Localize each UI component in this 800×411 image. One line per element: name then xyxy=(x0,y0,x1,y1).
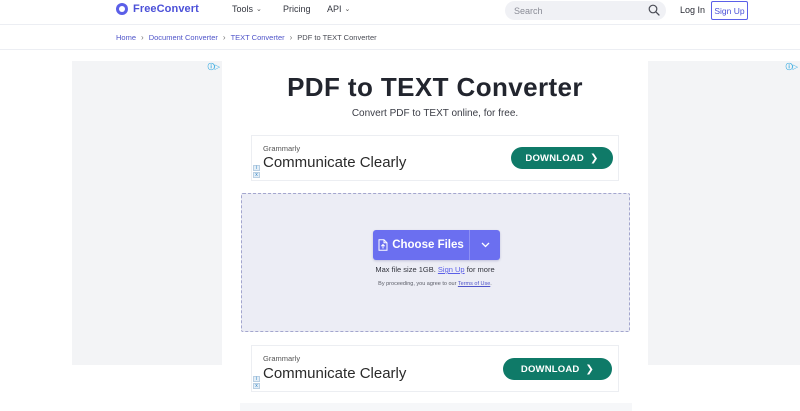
ad-cta-label: DOWNLOAD xyxy=(525,152,584,164)
terms-of-use-link[interactable]: Terms of Use xyxy=(458,281,490,287)
nav-tools-label: Tools xyxy=(232,4,254,14)
choose-files-button[interactable]: Choose Files xyxy=(373,230,500,260)
adchoices-icon[interactable]: ⓘ▷ xyxy=(208,62,220,72)
ad-download-button[interactable]: DOWNLOAD ❯ xyxy=(503,358,612,380)
chevron-down-icon: ⌄ xyxy=(256,6,262,13)
search-icon[interactable] xyxy=(648,4,660,16)
nav-pricing[interactable]: Pricing xyxy=(283,4,311,14)
search-input[interactable] xyxy=(514,5,634,16)
breadcrumb-bar: Home › Document Converter › TEXT Convert… xyxy=(0,24,800,50)
signup-link[interactable]: Sign Up xyxy=(438,265,465,274)
ad-banner-top[interactable]: Grammarly Communicate Clearly DOWNLOAD ❯… xyxy=(251,135,619,181)
breadcrumb-home[interactable]: Home xyxy=(116,33,136,42)
chevron-down-icon xyxy=(481,242,489,248)
nav-api-label: API xyxy=(327,4,342,14)
chevron-right-icon: › xyxy=(289,33,293,42)
ad-banner-bottom[interactable]: Grammarly Communicate Clearly DOWNLOAD ❯… xyxy=(251,345,619,392)
ad-info-close[interactable]: i x xyxy=(253,165,260,179)
breadcrumb: Home › Document Converter › TEXT Convert… xyxy=(116,33,377,42)
max-size-suffix: for more xyxy=(466,265,495,274)
nav-tools[interactable]: Tools ⌄ xyxy=(232,4,262,14)
ad-download-button[interactable]: DOWNLOAD ❯ xyxy=(511,147,613,169)
nav-pricing-label: Pricing xyxy=(283,4,311,14)
ad-headline: Communicate Clearly xyxy=(263,365,407,382)
logo-text: FreeConvert xyxy=(133,3,199,15)
chevron-right-icon: › xyxy=(222,33,226,42)
choose-files-main[interactable]: Choose Files xyxy=(373,230,469,260)
max-file-size-note: Max file size 1GB. Sign Up for more xyxy=(242,265,628,274)
file-drop-zone[interactable]: Choose Files Max file size 1GB. Sign Up … xyxy=(241,193,630,332)
ad-info-icon[interactable]: i xyxy=(253,376,260,382)
chevron-right-icon: › xyxy=(141,33,144,42)
chevron-right-icon: ❯ xyxy=(590,152,599,164)
content-card-edge xyxy=(240,403,632,411)
logo-icon xyxy=(116,3,128,15)
page-title: PDF to TEXT Converter xyxy=(287,72,583,102)
ad-info-icon[interactable]: i xyxy=(253,165,260,171)
ad-info-close[interactable]: i x xyxy=(253,376,260,390)
ad-cta-label: DOWNLOAD xyxy=(520,363,580,375)
close-icon[interactable]: x xyxy=(253,383,260,389)
max-size-text: Max file size 1GB. xyxy=(375,265,436,274)
adchoices-icon[interactable]: ⓘ▷ xyxy=(786,62,798,72)
side-ad-right[interactable]: ⓘ▷ xyxy=(648,61,800,365)
top-header: FreeConvert Tools ⌄ Pricing API ⌄ Log In… xyxy=(0,0,800,22)
upload-source-dropdown[interactable] xyxy=(470,230,500,260)
page-subtitle: Convert PDF to TEXT online, for free. xyxy=(351,108,519,119)
side-ad-left[interactable]: ⓘ▷ xyxy=(72,61,222,365)
terms-prefix: By proceeding, you agree to our xyxy=(378,281,457,287)
terms-suffix: . xyxy=(490,281,492,287)
nav-api[interactable]: API ⌄ xyxy=(327,4,350,14)
close-icon[interactable]: x xyxy=(253,172,260,178)
chevron-down-icon: ⌄ xyxy=(344,6,351,13)
file-icon xyxy=(378,239,388,251)
breadcrumb-current: PDF to TEXT Converter xyxy=(297,33,377,42)
ad-brand: Grammarly xyxy=(263,354,301,363)
breadcrumb-text-converter[interactable]: TEXT Converter xyxy=(231,33,285,42)
signup-button[interactable]: Sign Up xyxy=(711,1,748,20)
choose-files-label: Choose Files xyxy=(392,239,464,251)
ad-brand: Grammarly xyxy=(263,144,301,153)
ad-headline: Communicate Clearly xyxy=(263,154,407,171)
chevron-right-icon: ❯ xyxy=(585,363,595,375)
terms-note: By proceeding, you agree to our Terms of… xyxy=(242,281,628,287)
breadcrumb-document-converter[interactable]: Document Converter xyxy=(149,33,218,42)
logo[interactable]: FreeConvert xyxy=(116,3,199,15)
search-box xyxy=(505,1,666,20)
login-link[interactable]: Log In xyxy=(680,5,705,15)
